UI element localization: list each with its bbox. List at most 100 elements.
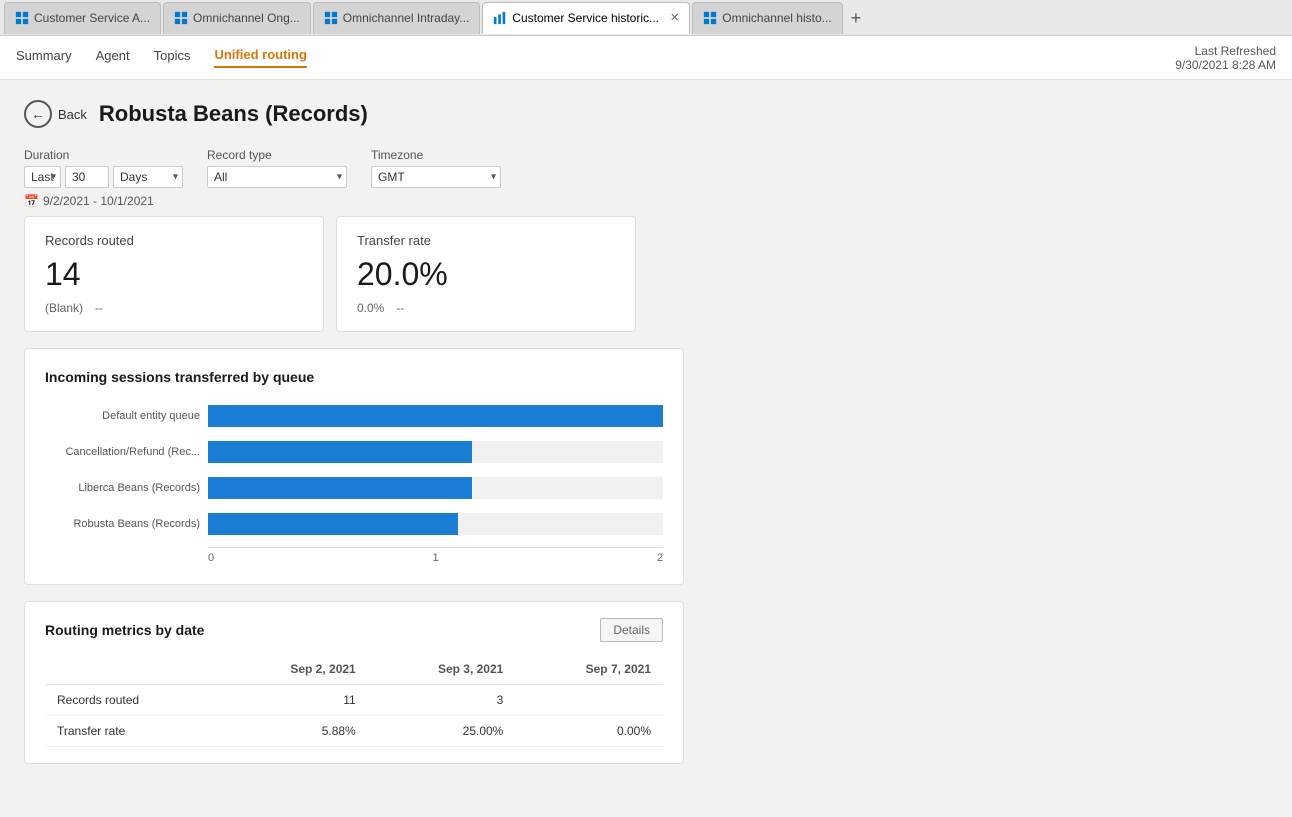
bar-row-robusta: Robusta Beans (Records) [45,513,663,535]
tab-omnichannel-intraday[interactable]: Omnichannel Intraday... [313,2,481,34]
record-type-label: Record type [207,148,347,162]
routing-metrics-table: Sep 2, 2021 Sep 3, 2021 Sep 7, 2021 Reco… [45,654,663,747]
col-sep7: Sep 7, 2021 [515,654,663,685]
nav-unified-routing[interactable]: Unified routing [214,47,306,68]
records-routed-card: Records routed 14 (Blank) -- [24,216,324,332]
transfer-rate-value: 20.0% [357,256,615,293]
nav-topics[interactable]: Topics [154,48,191,67]
routing-metrics-section: Routing metrics by date Details Sep 2, 2… [24,601,684,764]
nav-agent[interactable]: Agent [96,48,130,67]
timezone-select[interactable]: GMT [371,166,501,188]
tab-label: Omnichannel Intraday... [343,11,470,25]
nav-bar: Summary Agent Topics Unified routing Las… [0,36,1292,80]
duration-preset-wrapper: Last [24,166,61,188]
date-range-text: 9/2/2021 - 10/1/2021 [43,194,154,208]
bar-track-cancellation [208,441,663,463]
transfer-rate-sub-value: -- [396,301,404,315]
last-refreshed-label: Last Refreshed [1175,44,1276,58]
tab-omnichannel-ong[interactable]: Omnichannel Ong... [163,2,311,34]
filters-row: Duration Last Days Hours Minutes � [24,148,1268,208]
val-records-sep3: 3 [368,685,516,716]
val-records-sep7 [515,685,663,716]
duration-value-input[interactable] [65,166,109,188]
bar-label-cancellation: Cancellation/Refund (Rec... [45,446,200,458]
grid-icon [703,11,717,25]
transfer-rate-sub-label: 0.0% [357,301,384,315]
bar-fill-default [208,405,663,427]
val-transfer-sep2: 5.88% [220,716,368,747]
bar-label-liberca: Liberca Beans (Records) [45,482,200,494]
details-button[interactable]: Details [600,618,663,642]
stats-row: Records routed 14 (Blank) -- Transfer ra… [24,216,1268,332]
bar-label-default: Default entity queue [45,410,200,422]
grid-icon [174,11,188,25]
bar-fill-cancellation [208,441,472,463]
main-content: ← Back Robusta Beans (Records) Duration … [0,80,1292,817]
tab-close-button[interactable]: ✕ [670,11,679,24]
record-type-wrapper: All [207,166,347,188]
records-routed-value: 14 [45,256,303,293]
metric-records-routed: Records routed [45,685,220,716]
records-routed-sub-label: (Blank) [45,301,83,315]
bar-track-robusta [208,513,663,535]
back-label: Back [58,107,87,122]
records-routed-title: Records routed [45,233,303,248]
grid-icon [324,11,338,25]
calendar-icon: 📅 [24,194,39,208]
table-header-row: Routing metrics by date Details [45,618,663,642]
duration-filter: Duration Last Days Hours Minutes � [24,148,183,208]
bar-row-liberca: Liberca Beans (Records) [45,477,663,499]
add-tab-button[interactable]: + [845,9,868,27]
chart-axis: 0 1 2 [208,547,663,564]
metric-transfer-rate: Transfer rate [45,716,220,747]
bar-row-default: Default entity queue [45,405,663,427]
timezone-filter: Timezone GMT [371,148,501,188]
timezone-wrapper: GMT [371,166,501,188]
tab-label: Customer Service A... [34,11,150,25]
nav-links: Summary Agent Topics Unified routing [16,47,307,68]
axis-label-1: 1 [432,552,438,564]
duration-unit-wrapper: Days Hours Minutes [113,166,183,188]
duration-unit-select[interactable]: Days Hours Minutes [113,166,183,188]
bar-track-liberca [208,477,663,499]
timezone-label: Timezone [371,148,501,162]
table-row: Records routed 11 3 [45,685,663,716]
tab-label: Omnichannel histo... [722,11,831,25]
date-range: 📅 9/2/2021 - 10/1/2021 [24,194,183,208]
back-button[interactable]: ← Back [24,100,87,128]
bar-track-default [208,405,663,427]
bar-fill-robusta [208,513,458,535]
duration-preset-select[interactable]: Last [24,166,61,188]
axis-label-0: 0 [208,552,214,564]
chart-title: Incoming sessions transferred by queue [45,369,663,385]
record-type-filter: Record type All [207,148,347,188]
col-sep2: Sep 2, 2021 [220,654,368,685]
tab-omnichannel-histo[interactable]: Omnichannel histo... [692,2,842,34]
records-routed-sub-value: -- [95,301,103,315]
tab-customer-service-a[interactable]: Customer Service A... [4,2,161,34]
transfer-rate-sub: 0.0% -- [357,301,615,315]
axis-label-2: 2 [657,552,663,564]
table-header: Sep 2, 2021 Sep 3, 2021 Sep 7, 2021 [45,654,663,685]
transfer-rate-title: Transfer rate [357,233,615,248]
val-records-sep2: 11 [220,685,368,716]
record-type-select[interactable]: All [207,166,347,188]
tab-bar: Customer Service A... Omnichannel Ong...… [0,0,1292,36]
nav-summary[interactable]: Summary [16,48,72,67]
tab-customer-service-historic[interactable]: Customer Service historic... ✕ [482,2,690,34]
val-transfer-sep3: 25.00% [368,716,516,747]
transfer-rate-card: Transfer rate 20.0% 0.0% -- [336,216,636,332]
col-sep3: Sep 3, 2021 [368,654,516,685]
bar-fill-liberca [208,477,472,499]
col-metric [45,654,220,685]
back-circle-icon: ← [24,100,52,128]
incoming-sessions-chart: Incoming sessions transferred by queue D… [24,348,684,585]
duration-label: Duration [24,148,183,162]
last-refreshed: Last Refreshed 9/30/2021 8:28 AM [1175,44,1276,72]
bar-row-cancellation: Cancellation/Refund (Rec... [45,441,663,463]
page-header: ← Back Robusta Beans (Records) [24,100,1268,128]
val-transfer-sep7: 0.00% [515,716,663,747]
grid-icon [15,11,29,25]
chart-icon [493,11,507,25]
tab-label: Omnichannel Ong... [193,11,300,25]
